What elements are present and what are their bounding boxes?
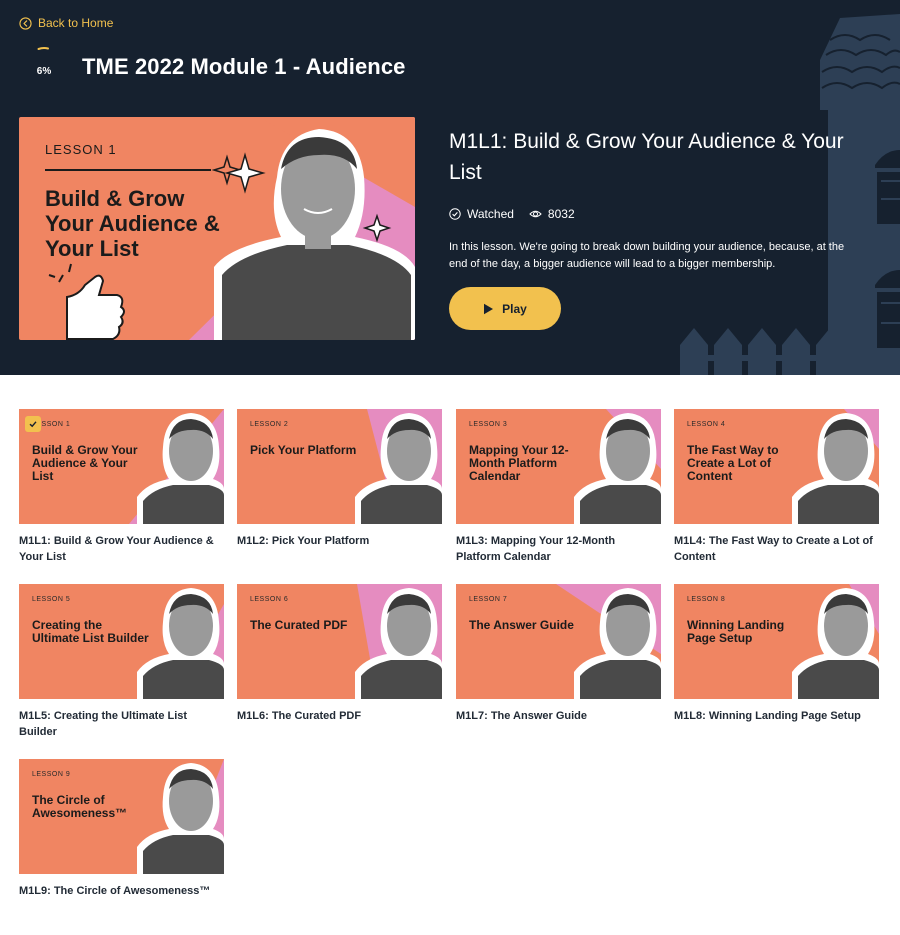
thumbnail-title: The Answer Guide <box>469 618 574 632</box>
lesson-caption: M1L2: Pick Your Platform <box>237 535 370 547</box>
back-to-home-link[interactable]: Back to Home <box>19 16 113 30</box>
lesson-thumbnail: LESSON 5 Creating the Ultimate List Buil… <box>19 584 224 699</box>
play-button[interactable]: Play <box>449 287 561 330</box>
thumbnail-title: Creating the Ultimate List Builder <box>32 618 149 645</box>
thumbnail-title: Mapping Your 12-Month Platform Calendar <box>469 443 569 483</box>
lesson-caption: M1L5: Creating the Ultimate List Builder <box>19 710 188 738</box>
lesson-card-3[interactable]: LESSON 3 Mapping Your 12-Month Platform … <box>456 409 661 565</box>
lesson-thumbnail: LESSON 4 The Fast Way to Create a Lot of… <box>674 409 879 524</box>
thumbnail-title: The Curated PDF <box>250 618 348 632</box>
check-circle-icon <box>449 208 461 220</box>
thumbnail-lesson-number: LESSON 9 <box>32 771 71 778</box>
lesson-caption: M1L3: Mapping Your 12-Month Platform Cal… <box>456 535 616 563</box>
lesson-card-8[interactable]: LESSON 8 Winning Landing Page Setup M1L8… <box>674 584 879 724</box>
chevron-left-circle-icon <box>19 16 32 30</box>
thumbnail-title: Pick Your Platform <box>250 443 357 457</box>
lesson-thumbnail: LESSON 2 Pick Your Platform <box>237 409 442 524</box>
thumbnail-lesson-number: LESSON 7 <box>469 596 508 603</box>
lesson-card-9[interactable]: LESSON 9 The Circle of Awesomeness™ M1L9… <box>19 759 224 899</box>
module-hero: Back to Home 6% TME 2022 Module 1 - Audi… <box>0 0 900 375</box>
view-count: 8032 <box>529 207 575 221</box>
thumbnail-divider <box>45 169 211 171</box>
thumbnail-title: Build & Grow Your Audience & Your List <box>45 186 220 261</box>
lesson-card-4[interactable]: LESSON 4 The Fast Way to Create a Lot of… <box>674 409 879 565</box>
thumbnail-title: Build & Grow Your Audience & Your List <box>32 443 138 483</box>
lesson-card-6[interactable]: LESSON 6 The Curated PDF M1L6: The Curat… <box>237 584 442 724</box>
lesson-card-5[interactable]: LESSON 5 Creating the Ultimate List Buil… <box>19 584 224 740</box>
watched-label: Watched <box>467 207 514 221</box>
thumbnail-title: The Fast Way to Create a Lot of Content <box>687 443 779 483</box>
lesson-card-1[interactable]: LESSON 1 Build & Grow Your Audience & Yo… <box>19 409 224 565</box>
thumbnail-lesson-number: LESSON 3 <box>469 421 508 428</box>
play-label: Play <box>502 301 527 316</box>
lesson-caption: M1L8: Winning Landing Page Setup <box>674 710 861 722</box>
lesson-caption: M1L7: The Answer Guide <box>456 710 588 722</box>
lesson-description: In this lesson. We're going to break dow… <box>449 241 845 270</box>
watched-badge <box>25 416 41 432</box>
thumbnail-lesson-number: LESSON 4 <box>687 421 726 428</box>
lesson-card-7[interactable]: LESSON 7 The Answer Guide M1L7: The Answ… <box>456 584 661 724</box>
view-count-value: 8032 <box>547 207 575 221</box>
current-lesson-thumbnail[interactable]: LESSON 1 Build & Grow Your Audience & Yo… <box>19 117 415 340</box>
lesson-caption: M1L9: The Circle of Awesomeness™ <box>19 885 211 897</box>
thumbnail-lesson-number: LESSON 6 <box>250 596 289 603</box>
lesson-thumbnail: LESSON 8 Winning Landing Page Setup <box>674 584 879 699</box>
module-title: TME 2022 Module 1 - Audience <box>82 54 406 79</box>
module-progress: 6% <box>26 42 62 78</box>
check-icon <box>29 421 37 428</box>
lesson-card-2[interactable]: LESSON 2 Pick Your Platform M1L2: Pick Y… <box>237 409 442 549</box>
lesson-thumbnail: LESSON 6 The Curated PDF <box>237 584 442 699</box>
thumbnail-title: The Circle of Awesomeness™ <box>32 793 128 820</box>
thumbnail-title: Winning Landing Page Setup <box>687 618 785 645</box>
progress-percent: 6% <box>36 66 52 77</box>
lesson-caption: M1L6: The Curated PDF <box>237 710 362 722</box>
eye-icon <box>529 210 542 218</box>
lesson-meta: Watched 8032 <box>449 207 590 221</box>
lesson-thumbnail: LESSON 7 The Answer Guide <box>456 584 661 699</box>
thumbnail-lesson-number: LESSON 8 <box>687 596 726 603</box>
watched-status: Watched <box>449 207 514 221</box>
current-lesson-title: M1L1: Build & Grow Your Audience & Your … <box>449 130 844 184</box>
back-to-home-label: Back to Home <box>38 16 114 30</box>
play-icon <box>484 303 494 314</box>
thumbnail-lesson-number: LESSON 2 <box>250 421 289 428</box>
progress-ring <box>37 47 49 50</box>
lesson-thumbnail: LESSON 9 The Circle of Awesomeness™ <box>19 759 224 874</box>
lesson-thumbnail: LESSON 3 Mapping Your 12-Month Platform … <box>456 409 661 524</box>
thumbnail-lesson-number: LESSON 1 <box>45 142 117 157</box>
lesson-caption: M1L1: Build & Grow Your Audience & Your … <box>19 535 214 563</box>
lesson-thumbnail: LESSON 1 Build & Grow Your Audience & Yo… <box>19 409 224 524</box>
thumbnail-lesson-number: LESSON 5 <box>32 596 71 603</box>
lesson-caption: M1L4: The Fast Way to Create a Lot of Co… <box>674 535 873 563</box>
